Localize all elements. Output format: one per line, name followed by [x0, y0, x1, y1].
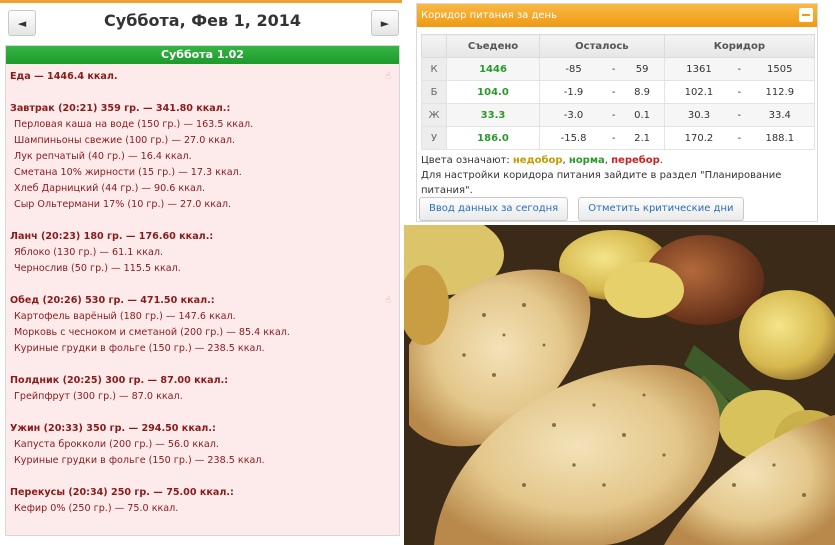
- cor-max: 33.4: [745, 103, 815, 127]
- left-max: 2.1: [620, 126, 665, 150]
- meal-dinner: Обед (20:26) 530 гр. — 471.50 ккал.: ☝ К…: [10, 293, 395, 357]
- cor-min: 30.3: [663, 103, 734, 127]
- left-min: -1.9: [539, 80, 608, 104]
- day-total-label: Еда — 1446.4 ккал.: [10, 71, 118, 82]
- corner-cell: [421, 34, 447, 58]
- arrow-right-icon: ►: [380, 16, 390, 30]
- meal-breakfast: Завтрак (20:21) 359 гр. — 341.80 ккал.: …: [10, 101, 395, 213]
- row-label: Б: [421, 80, 447, 104]
- food-item[interactable]: Сыр Ольтермани 17% (10 гр.) — 27.0 ккал.: [10, 197, 395, 213]
- left-min: -3.0: [539, 103, 608, 127]
- legend-under: недобор: [512, 155, 563, 166]
- cor-sep: -: [733, 80, 746, 104]
- food-item[interactable]: Куриные грудки в фольге (150 гр.) — 238.…: [10, 341, 395, 357]
- legend-norm: норма: [568, 155, 605, 166]
- cor-min: 102.1: [663, 80, 734, 104]
- corridor-title: Коридор питания за день: [421, 10, 557, 21]
- cor-max: 1505: [745, 57, 815, 81]
- hand-pointer-icon: ☝: [384, 71, 391, 82]
- col-eaten: Съедено: [446, 34, 540, 58]
- enter-today-data-button[interactable]: Ввод данных за сегодня: [419, 197, 569, 221]
- color-legend: Цвета означают: недобор, норма, перебор.…: [417, 150, 817, 198]
- legend-prefix: Цвета означают:: [421, 155, 510, 166]
- food-item[interactable]: Перловая каша на воде (150 гр.) — 163.5 …: [10, 117, 395, 133]
- day-header: Суббота 1.02: [6, 46, 399, 64]
- left-sep: -: [607, 57, 621, 81]
- corridor-table: Съедено Осталось Коридор К 1446 -85 - 59…: [421, 34, 816, 150]
- day-total[interactable]: Еда — 1446.4 ккал. ☝: [10, 69, 395, 85]
- food-item[interactable]: Капуста брокколи (200 гр.) — 56.0 ккал.: [10, 437, 395, 453]
- food-item[interactable]: Чернослив (50 гр.) — 115.5 ккал.: [10, 261, 395, 277]
- food-item[interactable]: Кефир 0% (250 гр.) — 75.0 ккал.: [10, 501, 395, 517]
- left-min: -85: [539, 57, 608, 81]
- eaten-value: 104.0: [446, 80, 540, 104]
- meal-lunch: Ланч (20:23) 180 гр. — 176.60 ккал.: Ябл…: [10, 229, 395, 277]
- food-item[interactable]: Яблоко (130 гр.) — 61.1 ккал.: [10, 245, 395, 261]
- minimize-icon: [802, 14, 810, 16]
- cor-max: 112.9: [745, 80, 815, 104]
- meal-snacks: Перекусы (20:34) 250 гр. — 75.00 ккал.: …: [10, 485, 395, 517]
- food-item[interactable]: Сметана 10% жирности (15 гр.) — 17.3 кка…: [10, 165, 395, 181]
- next-day-button[interactable]: ►: [371, 10, 399, 36]
- food-item[interactable]: Грейпфрут (300 гр.) — 87.0 ккал.: [10, 389, 395, 405]
- table-row: К 1446 -85 - 59 1361 - 1505: [421, 57, 815, 81]
- corridor-header: Коридор питания за день: [417, 4, 817, 27]
- row-label: У: [421, 126, 447, 150]
- food-item[interactable]: Хлеб Дарницкий (44 гр.) — 90.6 ккал.: [10, 181, 395, 197]
- meal-title[interactable]: Перекусы (20:34) 250 гр. — 75.00 ккал.:: [10, 485, 395, 501]
- cor-min: 170.2: [663, 126, 734, 150]
- left-sep: -: [607, 126, 621, 150]
- cor-max: 188.1: [745, 126, 815, 150]
- food-photo: [404, 225, 835, 545]
- meal-snack-afternoon: Полдник (20:25) 300 гр. — 87.00 ккал.: Г…: [10, 373, 395, 405]
- cor-sep: -: [733, 57, 746, 81]
- food-item[interactable]: Куриные грудки в фольге (150 гр.) — 238.…: [10, 453, 395, 469]
- meal-title[interactable]: Обед (20:26) 530 гр. — 471.50 ккал.:: [10, 293, 395, 309]
- col-corridor: Коридор: [663, 34, 816, 58]
- meal-title[interactable]: Завтрак (20:21) 359 гр. — 341.80 ккал.:: [10, 101, 395, 117]
- corridor-note: Для настройки коридора питания зайдите в…: [421, 170, 782, 196]
- left-sep: -: [607, 80, 621, 104]
- prev-day-button[interactable]: ◄: [8, 10, 36, 36]
- table-row: Б 104.0 -1.9 - 8.9 102.1 - 112.9: [421, 80, 815, 104]
- hand-pointer-icon: ☝: [384, 295, 391, 306]
- date-title: Суббота, Фев 1, 2014: [104, 11, 301, 30]
- cor-sep: -: [733, 103, 746, 127]
- eaten-value: 1446: [446, 57, 540, 81]
- left-min: -15.8: [539, 126, 608, 150]
- day-food-list: Еда — 1446.4 ккал. ☝ Завтрак (20:21) 359…: [6, 64, 399, 517]
- left-sep: -: [607, 103, 621, 127]
- legend-over: перебор: [611, 155, 660, 166]
- cor-sep: -: [733, 126, 746, 150]
- left-max: 8.9: [620, 80, 665, 104]
- meal-supper: Ужин (20:33) 350 гр. — 294.50 ккал.: Кап…: [10, 421, 395, 469]
- meal-title[interactable]: Полдник (20:25) 300 гр. — 87.00 ккал.:: [10, 373, 395, 389]
- corridor-actions: Ввод данных за сегодня Отметить критичес…: [419, 196, 749, 221]
- col-left: Осталось: [539, 34, 665, 58]
- arrow-left-icon: ◄: [17, 16, 27, 30]
- nutrition-corridor-widget: Коридор питания за день Съедено Осталось…: [416, 3, 818, 222]
- eaten-value: 33.3: [446, 103, 540, 127]
- table-row: У 186.0 -15.8 - 2.1 170.2 - 188.1: [421, 126, 815, 150]
- minimize-button[interactable]: [799, 8, 813, 22]
- food-item[interactable]: Картофель варёный (180 гр.) — 147.6 ккал…: [10, 309, 395, 325]
- cor-min: 1361: [663, 57, 734, 81]
- food-item[interactable]: Шампиньоны свежие (100 гр.) — 27.0 ккал.: [10, 133, 395, 149]
- meal-title[interactable]: Ужин (20:33) 350 гр. — 294.50 ккал.:: [10, 421, 395, 437]
- row-label: К: [421, 57, 447, 81]
- mark-critical-days-button[interactable]: Отметить критические дни: [578, 197, 744, 221]
- row-label: Ж: [421, 103, 447, 127]
- chicken-potatoes-image: [404, 225, 835, 545]
- left-max: 59: [620, 57, 665, 81]
- date-navigation: ◄ Суббота, Фев 1, 2014 ►: [0, 3, 402, 43]
- table-row: Ж 33.3 -3.0 - 0.1 30.3 - 33.4: [421, 103, 815, 127]
- left-max: 0.1: [620, 103, 665, 127]
- food-item[interactable]: Морковь с чесноком и сметаной (200 гр.) …: [10, 325, 395, 341]
- day-diary-panel: Суббота 1.02 Еда — 1446.4 ккал. ☝ Завтра…: [5, 45, 400, 536]
- food-item[interactable]: Лук репчатый (40 гр.) — 16.4 ккал.: [10, 149, 395, 165]
- meal-title[interactable]: Ланч (20:23) 180 гр. — 176.60 ккал.:: [10, 229, 395, 245]
- eaten-value: 186.0: [446, 126, 540, 150]
